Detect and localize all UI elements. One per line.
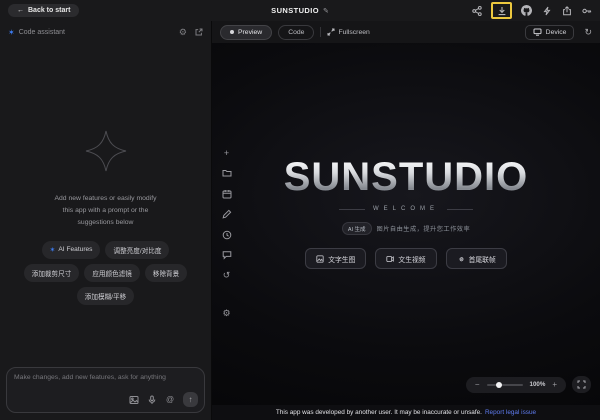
device-button[interactable]: Device — [525, 25, 575, 40]
github-icon[interactable] — [521, 5, 532, 16]
chip-add-crop-size[interactable]: 添加裁剪尺寸 — [24, 264, 80, 282]
text-to-image-icon — [316, 255, 324, 263]
mention-icon[interactable]: @ — [165, 395, 175, 405]
tab-preview[interactable]: Preview — [220, 25, 272, 40]
app-subtitle: WELCOME — [373, 206, 439, 212]
app-hero: SUNSTUDIO WELCOME AI 生成 图片自由生成，提升您工作效率 — [212, 155, 600, 269]
fullscreen-icon — [327, 28, 335, 36]
zoom-pill: − 100% + — [466, 377, 566, 393]
zoom-controls: − 100% + — [466, 376, 591, 393]
preview-panel: Preview Code Fullscreen Device — [212, 21, 600, 420]
preview-dot-icon — [230, 30, 234, 34]
app-action-buttons: 文字生图 文生视频 首尾联帧 — [212, 248, 600, 269]
fullscreen-button[interactable]: Fullscreen — [327, 28, 369, 36]
back-arrow-icon: ← — [17, 7, 24, 14]
tagline-text: 图片自由生成，提升您工作效率 — [377, 224, 471, 233]
undo-icon[interactable]: ↺ — [221, 270, 232, 281]
text-to-image-button[interactable]: 文字生图 — [305, 248, 366, 269]
assistant-empty-state: Add new features or easily modify this a… — [0, 127, 211, 305]
back-label: Back to start — [28, 7, 70, 14]
toolbar-divider — [320, 27, 321, 37]
assistant-title: Code assistant — [19, 29, 65, 36]
assistant-sparkle-icon: ✶ — [8, 28, 15, 37]
chip-remove-background[interactable]: 移除背景 — [145, 264, 187, 282]
diamond-sparkle-icon — [82, 127, 130, 175]
preview-toolbar: Preview Code Fullscreen Device — [212, 21, 600, 43]
first-last-frame-button[interactable]: 首尾联帧 — [446, 248, 507, 269]
device-icon — [533, 28, 542, 36]
app-tagline-row: AI 生成 图片自由生成，提升您工作效率 — [212, 222, 600, 235]
expand-icon — [577, 380, 586, 389]
download-icon[interactable] — [496, 5, 507, 16]
download-highlight-box — [491, 2, 512, 19]
topbar-actions — [471, 2, 592, 19]
report-legal-issue-link[interactable]: Report legal issue — [485, 409, 536, 416]
chip-adjust-brightness[interactable]: 调整亮度/对比度 — [105, 241, 169, 259]
chip-apply-color-filter[interactable]: 应用颜色滤镜 — [84, 264, 140, 282]
send-button[interactable]: ↑ — [183, 392, 198, 407]
text-to-video-icon — [386, 255, 394, 263]
panel-expand-icon[interactable] — [195, 28, 203, 36]
project-title: SUNSTUDIO — [271, 6, 319, 15]
subtitle-line-left — [339, 209, 365, 210]
assistant-panel-header: ✶ Code assistant ⚙ — [0, 21, 211, 43]
prompt-composer: @ ↑ — [6, 367, 205, 413]
assistant-settings-gear-icon[interactable]: ⚙ — [179, 27, 187, 38]
disclaimer-text: This app was developed by another user. … — [276, 409, 482, 416]
link-frames-icon — [457, 255, 465, 263]
top-bar: ← Back to start SUNSTUDIO ✎ — [0, 0, 600, 21]
share-nodes-icon[interactable] — [471, 5, 482, 16]
prompt-input[interactable] — [14, 374, 197, 392]
chip-add-blur-pan[interactable]: 添加模糊/平移 — [77, 287, 134, 305]
empty-state-text: Add new features or easily modify this a… — [54, 193, 156, 229]
refresh-icon[interactable]: ↻ — [584, 27, 592, 38]
expand-viewport-button[interactable] — [572, 376, 591, 393]
canvas-settings-gear-icon[interactable]: ⚙ — [221, 308, 232, 319]
main-layout: ✶ Code assistant ⚙ Add new features or e… — [0, 21, 600, 420]
disclaimer-bar: This app was developed by another user. … — [212, 405, 600, 420]
chip-sparkle-icon: ✶ — [50, 246, 56, 254]
text-to-video-button[interactable]: 文生视频 — [375, 248, 436, 269]
suggestion-chips: ✶ AI Features 调整亮度/对比度 添加裁剪尺寸 应用颜色滤镜 移除背… — [13, 241, 199, 305]
tab-code[interactable]: Code — [278, 25, 314, 40]
remix-icon[interactable] — [541, 5, 552, 16]
app-title: SUNSTUDIO — [212, 155, 600, 200]
app-viewport: + — [212, 43, 600, 405]
zoom-in-button[interactable]: + — [552, 381, 557, 389]
tagline-badge: AI 生成 — [342, 222, 372, 235]
code-assistant-panel: ✶ Code assistant ⚙ Add new features or e… — [0, 21, 212, 420]
zoom-slider[interactable] — [487, 384, 523, 386]
edit-title-icon[interactable]: ✎ — [323, 7, 329, 15]
chip-ai-features[interactable]: ✶ AI Features — [42, 241, 101, 259]
zoom-out-button[interactable]: − — [475, 381, 480, 389]
microphone-icon[interactable] — [147, 395, 157, 405]
zoom-level: 100% — [530, 381, 546, 388]
app-subtitle-row: WELCOME — [212, 206, 600, 212]
attach-image-icon[interactable] — [129, 395, 139, 405]
zoom-slider-thumb[interactable] — [496, 382, 502, 388]
share-icon[interactable] — [561, 5, 572, 16]
back-to-start-button[interactable]: ← Back to start — [8, 4, 79, 17]
key-icon[interactable] — [581, 5, 592, 16]
composer-actions: @ ↑ — [129, 392, 198, 407]
subtitle-line-right — [447, 209, 473, 210]
